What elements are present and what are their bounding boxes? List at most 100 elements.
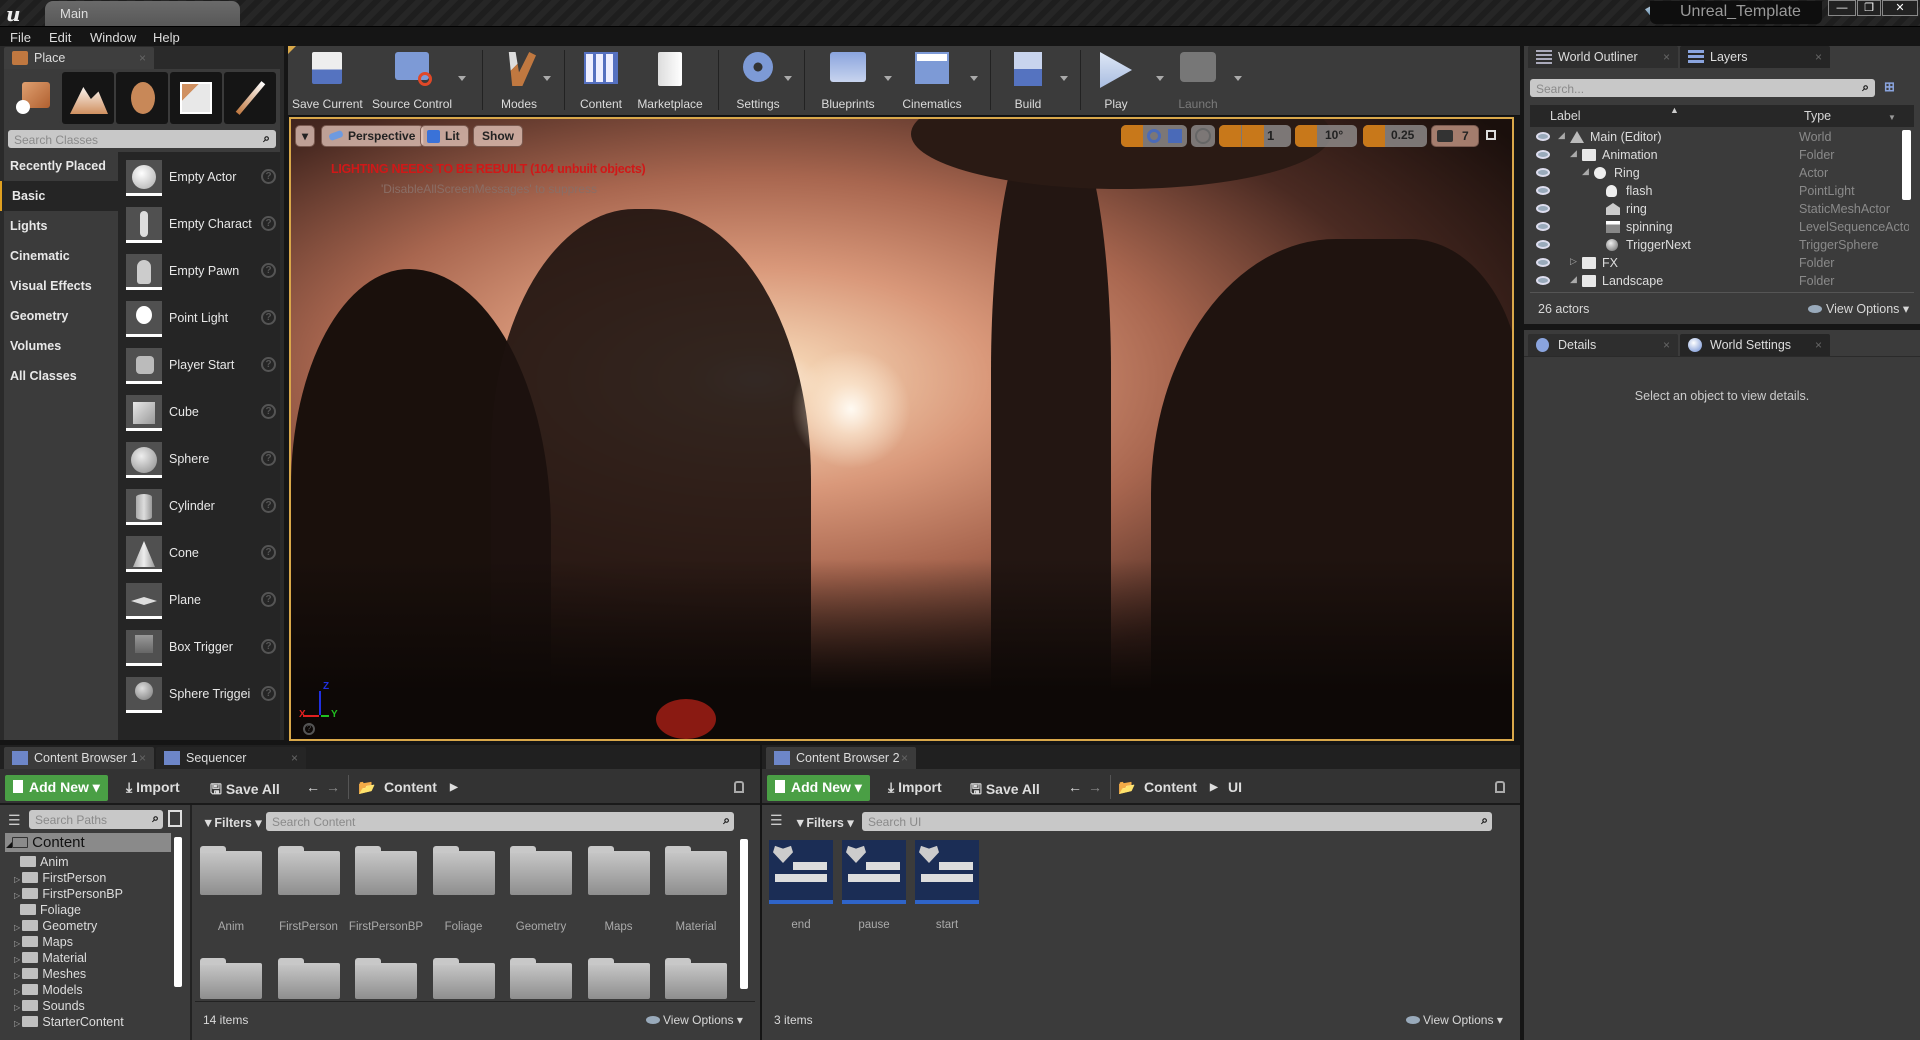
- help-icon[interactable]: ?: [261, 686, 276, 701]
- modes-button[interactable]: Modes: [488, 46, 550, 116]
- path-view-options-icon[interactable]: [168, 810, 182, 827]
- help-icon[interactable]: ?: [261, 498, 276, 513]
- show-button[interactable]: Show: [473, 125, 523, 147]
- cb1-view-options[interactable]: View Options ▾: [646, 1013, 743, 1027]
- blueprints-button[interactable]: Blueprints: [814, 46, 882, 116]
- outliner-row[interactable]: ◢ Main (Editor) World: [1532, 128, 1912, 146]
- tree-item[interactable]: ▷ Sounds: [14, 999, 85, 1013]
- filters-button[interactable]: ▼Filters ▾: [794, 815, 854, 830]
- folder-tile[interactable]: [510, 846, 572, 895]
- outliner-row[interactable]: spinning LevelSequenceActo: [1532, 218, 1912, 236]
- visibility-eye-icon[interactable]: [1536, 276, 1550, 285]
- folder-tile[interactable]: [355, 958, 417, 999]
- place-item-point-light[interactable]: Point Light?: [126, 301, 276, 341]
- breadcrumb-content[interactable]: Content: [384, 779, 437, 795]
- search-classes-input[interactable]: Search Classes ⌕: [8, 130, 276, 148]
- breadcrumb-content[interactable]: Content: [1144, 779, 1197, 795]
- add-filter-icon[interactable]: ⊞: [1884, 79, 1904, 97]
- visibility-eye-icon[interactable]: [1536, 222, 1550, 231]
- close-icon[interactable]: ×: [901, 751, 908, 765]
- visibility-eye-icon[interactable]: [1536, 258, 1550, 267]
- outliner-row[interactable]: ◢ Animation Folder: [1532, 146, 1912, 164]
- folder-tile[interactable]: [510, 958, 572, 999]
- tree-scrollbar[interactable]: [174, 837, 182, 987]
- add-new-button[interactable]: Add New ▾: [767, 775, 870, 801]
- folder-tile[interactable]: [277, 958, 340, 999]
- tab-layers[interactable]: Layers ×: [1680, 46, 1830, 68]
- place-item-plane[interactable]: Plane?: [126, 583, 276, 623]
- cb2-view-options[interactable]: View Options ▾: [1406, 1013, 1503, 1027]
- help-icon[interactable]: ?: [261, 545, 276, 560]
- translate-tool-icon[interactable]: [1121, 125, 1143, 147]
- visibility-eye-icon[interactable]: [1536, 186, 1550, 195]
- place-item-sphere[interactable]: Sphere?: [126, 442, 276, 482]
- tab-sequencer[interactable]: Sequencer ×: [156, 747, 306, 769]
- expand-arrow-icon[interactable]: ▷: [1570, 256, 1577, 267]
- tab-place[interactable]: Place ×: [4, 47, 154, 69]
- close-icon[interactable]: ×: [1663, 50, 1670, 64]
- category-recently-placed[interactable]: Recently Placed: [0, 151, 118, 181]
- launch-button[interactable]: Launch: [1168, 46, 1228, 116]
- close-button[interactable]: ✕: [1882, 0, 1918, 16]
- column-options-icon[interactable]: ▼: [1888, 113, 1896, 122]
- close-icon[interactable]: ×: [1815, 338, 1822, 352]
- widget-blueprint-tile[interactable]: [842, 840, 906, 904]
- tree-item[interactable]: ▷ StarterContent: [14, 1015, 124, 1029]
- help-icon[interactable]: ?: [303, 723, 315, 735]
- help-icon[interactable]: ?: [261, 639, 276, 654]
- content-scrollbar[interactable]: [740, 839, 748, 989]
- tree-item[interactable]: ▷ Geometry: [14, 919, 97, 933]
- settings-button[interactable]: Settings: [728, 46, 788, 116]
- close-icon[interactable]: ×: [291, 751, 298, 765]
- close-icon[interactable]: ×: [1815, 50, 1822, 64]
- scale-tool-icon[interactable]: [1168, 129, 1182, 143]
- outliner-row[interactable]: ◢ Ring Actor: [1532, 164, 1912, 182]
- add-new-button[interactable]: Add New ▾: [5, 775, 108, 801]
- widget-blueprint-tile[interactable]: [915, 840, 979, 904]
- surface-snap-icon[interactable]: [1219, 125, 1241, 147]
- grid-snap-toggle-icon[interactable]: [1242, 125, 1264, 147]
- filters-button[interactable]: ▼Filters ▾: [202, 815, 262, 830]
- place-item-empty-character[interactable]: Empty Charact?: [126, 207, 276, 247]
- visibility-eye-icon[interactable]: [1536, 132, 1550, 141]
- column-type[interactable]: Type: [1804, 109, 1831, 123]
- folder-tile[interactable]: [355, 846, 417, 895]
- tree-item[interactable]: Foliage: [20, 903, 81, 917]
- visibility-eye-icon[interactable]: [1536, 168, 1550, 177]
- tab-world-outliner[interactable]: World Outliner ×: [1528, 46, 1678, 68]
- search-ui-input[interactable]: Search UI ⌕: [862, 812, 1492, 831]
- marketplace-button[interactable]: Marketplace: [634, 46, 706, 116]
- help-icon[interactable]: ?: [261, 357, 276, 372]
- search-paths-input[interactable]: Search Paths ⌕: [29, 810, 163, 829]
- landscape-mode-icon[interactable]: [62, 72, 114, 124]
- save-all-button[interactable]: 🖫 Save All: [970, 779, 1040, 803]
- help-icon[interactable]: ?: [261, 216, 276, 231]
- outliner-view-options[interactable]: View Options ▾: [1808, 301, 1909, 316]
- back-button[interactable]: ←: [1068, 779, 1082, 795]
- outliner-row[interactable]: ring StaticMeshActor: [1532, 200, 1912, 218]
- import-button[interactable]: ⤓ Import: [888, 779, 942, 796]
- menu-window[interactable]: Window: [90, 30, 136, 45]
- build-button[interactable]: Build: [1000, 46, 1056, 116]
- search-content-input[interactable]: Search Content ⌕: [266, 812, 734, 831]
- forward-button[interactable]: →: [326, 779, 340, 795]
- help-icon[interactable]: ?: [261, 592, 276, 607]
- folder-tile[interactable]: [665, 958, 727, 999]
- outliner-row[interactable]: ◢ Landscape Folder: [1532, 272, 1912, 290]
- category-basic[interactable]: Basic: [0, 181, 118, 211]
- place-mode-icon[interactable]: [8, 72, 60, 124]
- rotation-snap-toggle-icon[interactable]: [1295, 125, 1317, 147]
- place-item-cylinder[interactable]: Cylinder?: [126, 489, 276, 529]
- tree-item-content[interactable]: ◢ Content: [6, 834, 85, 851]
- folder-tile[interactable]: [587, 846, 650, 895]
- menu-help[interactable]: Help: [153, 30, 180, 45]
- place-item-cube[interactable]: Cube?: [126, 395, 276, 435]
- help-icon[interactable]: ?: [261, 451, 276, 466]
- lock-icon[interactable]: [734, 781, 744, 793]
- help-icon[interactable]: ?: [261, 263, 276, 278]
- menu-file[interactable]: File: [10, 30, 31, 45]
- grid-snap-value[interactable]: 1: [1267, 128, 1274, 143]
- visibility-eye-icon[interactable]: [1536, 150, 1550, 159]
- place-item-empty-pawn[interactable]: Empty Pawn?: [126, 254, 276, 294]
- restore-button[interactable]: ❐: [1857, 0, 1881, 16]
